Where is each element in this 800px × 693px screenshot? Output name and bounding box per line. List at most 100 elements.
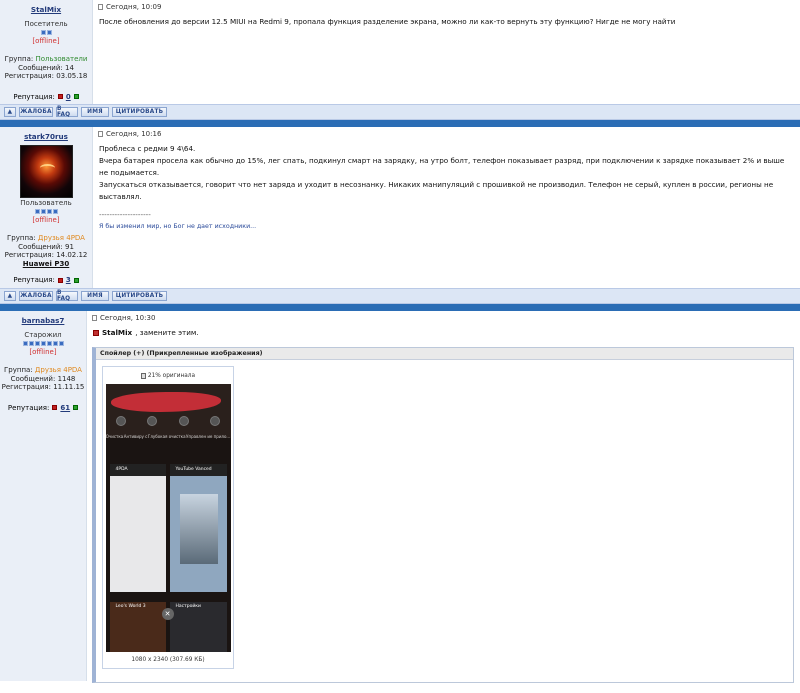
messages-label: Сообщений:	[10, 374, 56, 383]
reputation-label: Репутация:	[7, 403, 50, 412]
post-body: После обновления до версии 12.5 MIUI на …	[99, 17, 676, 26]
registration-label: Регистрация:	[4, 72, 54, 80]
reputation-minus-icon[interactable]	[52, 405, 58, 410]
faq-button[interactable]: В FAQ	[56, 290, 78, 302]
username-link[interactable]: stark70rus	[0, 132, 92, 141]
post-body: StalMix, замените этим. Спойлер (+) (При…	[87, 325, 800, 685]
thumbnail-size: 1080 x 2340 (307.69 КБ)	[131, 657, 205, 663]
mention-text: , замените этим.	[135, 328, 199, 337]
group-label: Группа:	[7, 234, 36, 242]
user-panel: barnabas7 Старожил [offline] Группа: Дру…	[0, 311, 87, 681]
recent-app-card: YouTube Vanced	[169, 464, 227, 592]
user-panel: stark70rus Пользователь [offline] Группа…	[0, 127, 93, 288]
post-divider	[0, 304, 800, 311]
reputation-minus-icon[interactable]	[57, 94, 63, 99]
post-header: Сегодня, 10:16	[93, 127, 800, 141]
quick-action-labels: Очистка Антивиру с Глубокая очистка Упра…	[105, 434, 231, 439]
name-button[interactable]: ИМЯ	[81, 291, 109, 301]
recent-app-card: 4PDA	[109, 464, 166, 592]
post-header: Сегодня, 10:09	[93, 0, 800, 14]
reputation-value[interactable]: 0	[66, 93, 71, 101]
reputation-label: Репутация:	[13, 276, 55, 284]
thumbnail-scale: 21% оригинала	[147, 373, 196, 379]
registration-label: Регистрация:	[1, 383, 51, 391]
group-value: Пользователи	[35, 55, 88, 63]
reputation: Репутация: 61	[0, 404, 86, 412]
post-body: Проблеса с редми 9 4\64. Вчера батарея п…	[93, 141, 800, 235]
signature: Я бы изменил мир, но Бог не дает исходни…	[99, 223, 257, 230]
close-icon: ✕	[161, 608, 174, 620]
messages-label: Сообщений:	[18, 242, 63, 251]
scroll-top-button[interactable]: ▲	[4, 107, 16, 117]
reputation-plus-icon[interactable]	[73, 277, 79, 283]
post-header: Сегодня, 10:30	[87, 311, 800, 325]
status-badge: [offline]	[32, 37, 60, 45]
post-1: StalMix Посетитель [offline] Группа: Пол…	[0, 0, 800, 104]
messages-count: 1148	[57, 374, 76, 383]
group-label: Группа:	[4, 366, 33, 374]
reputation-plus-icon[interactable]	[73, 94, 79, 99]
post-line: Проблеса с редми 9 4\64.	[99, 144, 196, 153]
rank-icon	[0, 341, 86, 346]
registration-date: 14.02.12	[56, 251, 88, 259]
user-info: Группа: Пользователи Сообщений: 14 Регис…	[0, 55, 92, 81]
rank-icon	[0, 209, 92, 214]
post-date: Сегодня, 10:30	[100, 314, 156, 322]
spoiler-body: 21% оригинала Очистка Антивиру с Глубока…	[96, 360, 793, 682]
post-content: Сегодня, 10:09 После обновления до верси…	[93, 0, 800, 104]
username-link[interactable]: barnabas7	[0, 316, 86, 325]
user-panel: StalMix Посетитель [offline] Группа: Пол…	[0, 0, 93, 104]
user-title: Старожил	[24, 331, 62, 339]
avatar	[19, 145, 73, 198]
complaint-button[interactable]: ЖАЛОБА	[19, 291, 53, 301]
messages-label: Сообщений:	[18, 63, 63, 72]
post-2: stark70rus Пользователь [offline] Группа…	[0, 127, 800, 288]
reputation: Репутация: 3	[0, 276, 92, 284]
post-link-icon[interactable]	[98, 4, 103, 10]
reputation-value[interactable]: 3	[66, 276, 71, 284]
faq-button[interactable]: В FAQ	[56, 106, 78, 118]
quick-actions-row	[106, 416, 231, 426]
name-button[interactable]: ИМЯ	[81, 107, 109, 117]
post-link-icon[interactable]	[92, 315, 97, 321]
post-divider	[0, 120, 800, 127]
mention-icon[interactable]	[93, 330, 99, 336]
post-content: Сегодня, 10:16 Проблеса с редми 9 4\64. …	[93, 127, 800, 288]
spoiler: Спойлер (+) (Прикрепленные изображения) …	[92, 347, 794, 683]
quote-button[interactable]: ЦИТИРОВАТЬ	[112, 107, 167, 117]
reputation: Репутация: 0	[0, 93, 92, 101]
post-date: Сегодня, 10:16	[106, 130, 162, 138]
registration-date: 03.05.18	[56, 72, 88, 80]
group-value: Друзья 4PDA	[37, 234, 85, 242]
screenshot-image[interactable]: Очистка Антивиру с Глубокая очистка Упра…	[105, 384, 231, 652]
user-title: Пользователь	[20, 199, 72, 207]
post-date: Сегодня, 10:09	[106, 3, 162, 11]
post-actions: ▲ ЖАЛОБА В FAQ ИМЯ ЦИТИРОВАТЬ	[0, 288, 800, 304]
reputation-value[interactable]: 61	[60, 404, 70, 412]
spoiler-toggle[interactable]: Спойлер (+) (Прикрепленные изображения)	[96, 348, 793, 360]
user-info: Группа: Друзья 4PDA Сообщений: 1148 Реги…	[0, 366, 86, 392]
complaint-button[interactable]: ЖАЛОБА	[19, 107, 53, 117]
post-line: Запускаться отказывается, говорит что не…	[99, 180, 774, 201]
scroll-top-button[interactable]: ▲	[4, 291, 16, 301]
device-link[interactable]: Huawei P30	[0, 260, 92, 269]
mention-user[interactable]: StalMix	[102, 327, 132, 339]
registration-label: Регистрация:	[4, 251, 54, 259]
quote-button[interactable]: ЦИТИРОВАТЬ	[112, 291, 167, 301]
username-link[interactable]: StalMix	[0, 5, 92, 14]
signature-separator: --------------------	[99, 210, 151, 219]
reputation-plus-icon[interactable]	[73, 405, 79, 410]
recent-app-card: Настройки	[169, 602, 227, 652]
messages-count: 91	[65, 242, 74, 251]
attachment-thumbnail[interactable]: 21% оригинала Очистка Антивиру с Глубока…	[102, 366, 234, 669]
thumbnail-caption: 21% оригинала	[103, 370, 233, 382]
reputation-minus-icon[interactable]	[57, 277, 63, 283]
user-info: Группа: Друзья 4PDA Сообщений: 91 Регист…	[0, 234, 92, 268]
post-link-icon[interactable]	[98, 131, 103, 137]
messages-count: 14	[65, 63, 74, 72]
post-line: Вчера батарея просела как обычно до 15%,…	[99, 156, 785, 177]
post-3: barnabas7 Старожил [offline] Группа: Дру…	[0, 311, 800, 683]
zoom-icon	[140, 373, 146, 379]
status-badge: [offline]	[29, 348, 57, 356]
status-badge: [offline]	[32, 216, 60, 224]
